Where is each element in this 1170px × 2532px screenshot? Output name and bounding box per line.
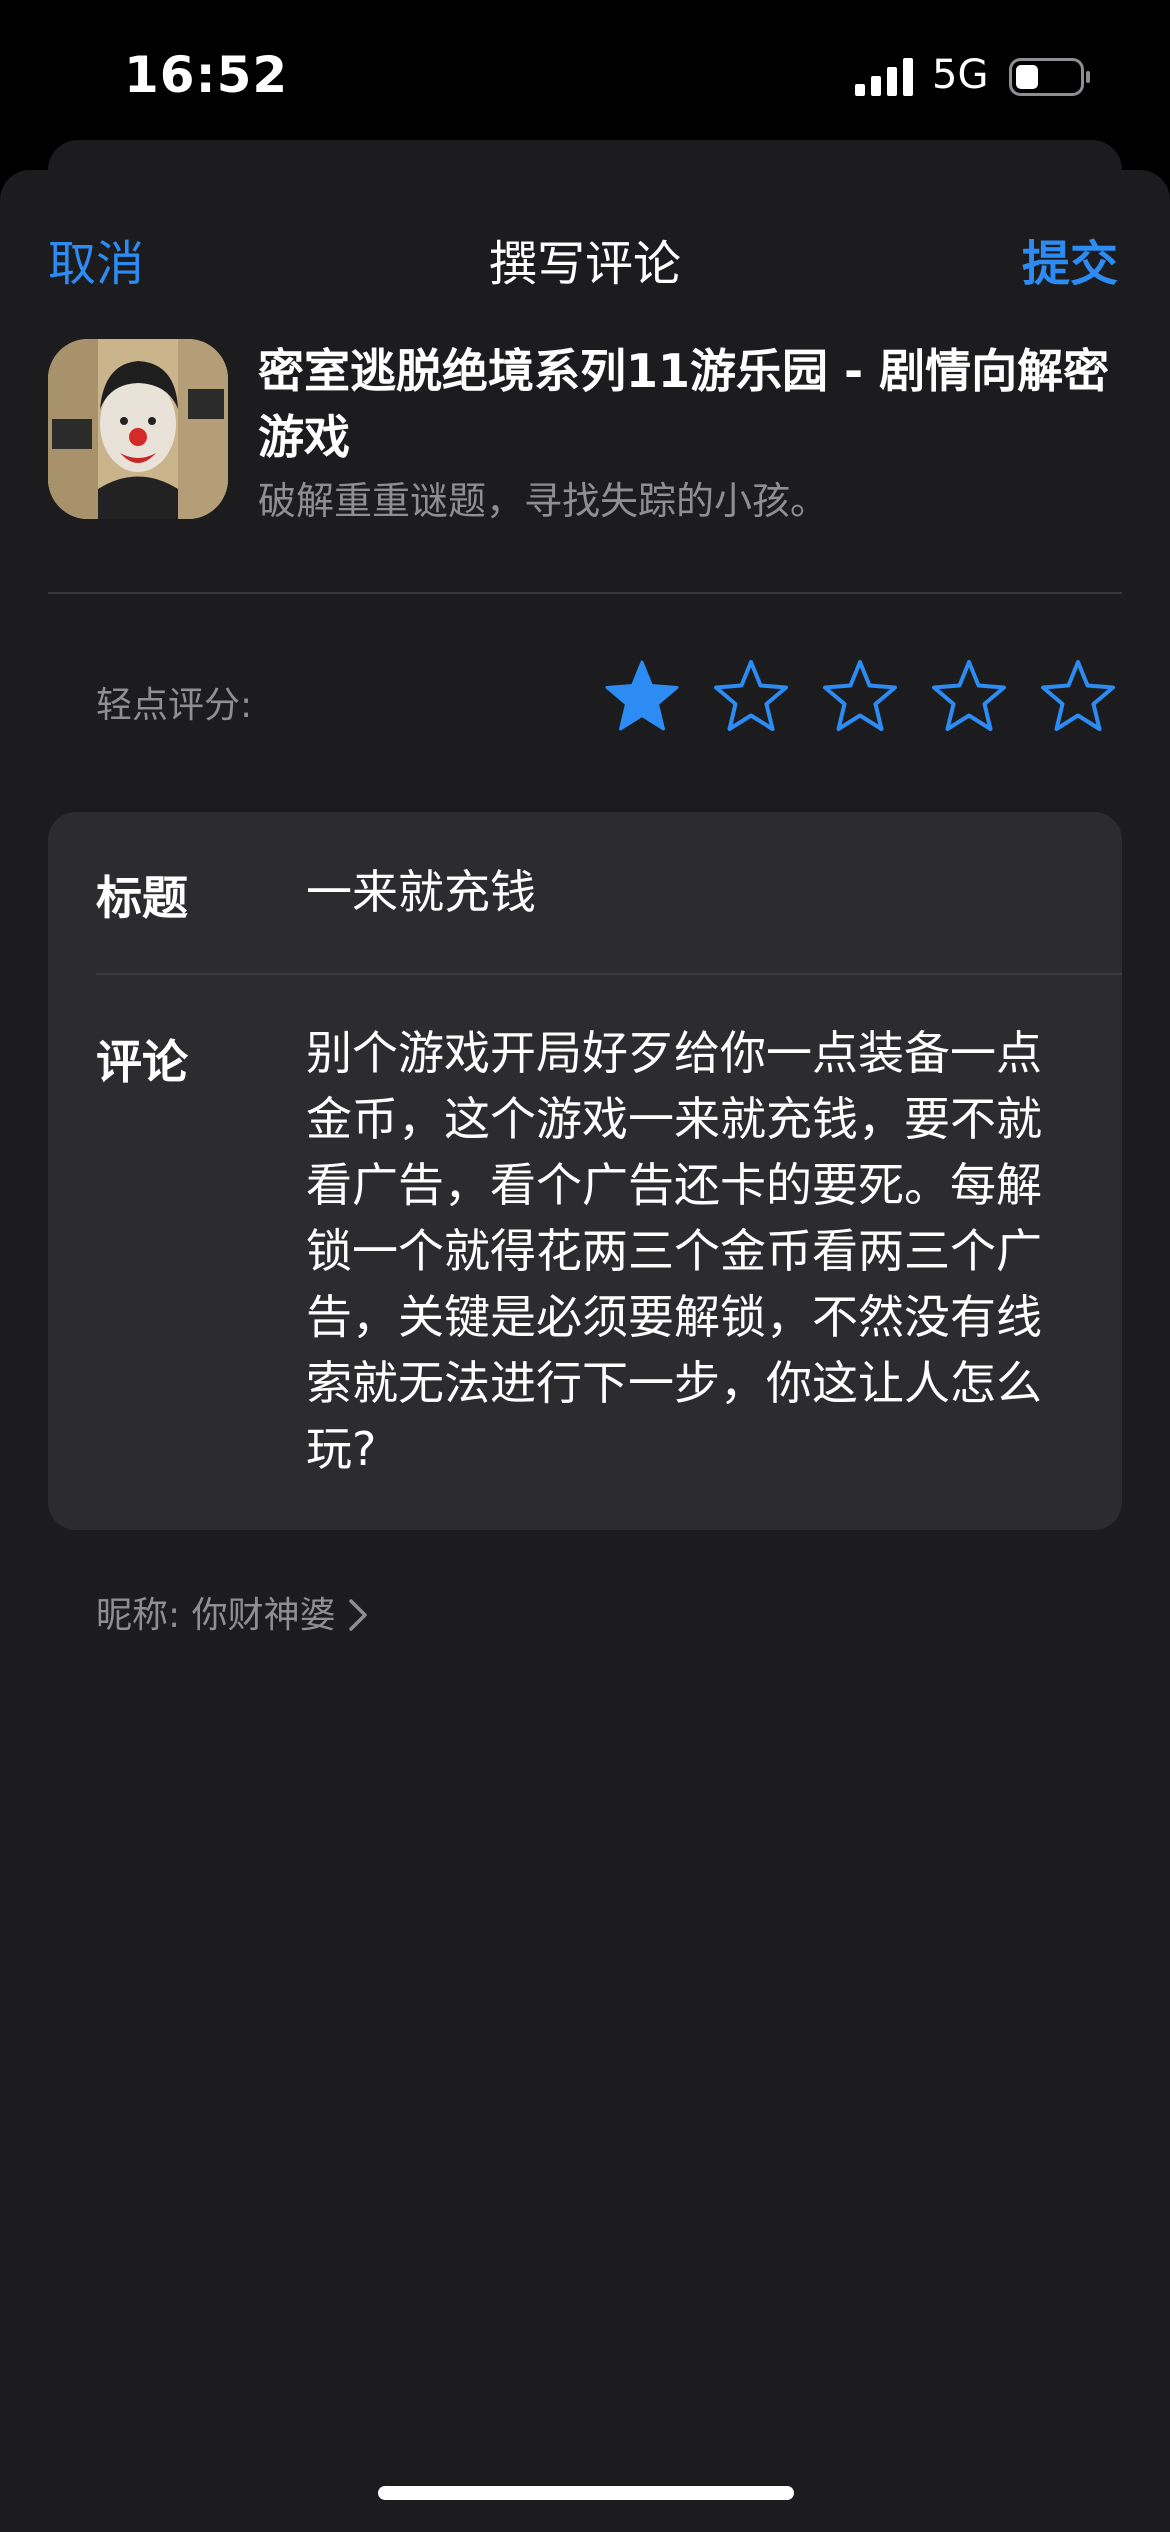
rating-label: 轻点评分: [96, 685, 253, 726]
review-textarea[interactable]: 别个游戏开局好歹给你一点装备一点金币，这个游戏一来就充钱，要不就看广告，看个广告… [306, 1020, 1066, 1482]
star-5-icon[interactable] [1040, 658, 1116, 734]
star-1-filled-icon[interactable] [604, 658, 680, 734]
title-label: 标题 [96, 871, 188, 925]
status-bar: 16:52 5G [0, 0, 1170, 150]
form-divider [96, 973, 1122, 975]
nickname-text: 昵称: 你财神婆 [96, 1595, 348, 1636]
star-3-icon[interactable] [822, 658, 898, 734]
review-label: 评论 [96, 1035, 188, 1089]
star-4-icon[interactable] [931, 658, 1007, 734]
network-label: 5G [932, 52, 989, 98]
chevron-right-icon [349, 1599, 367, 1631]
signal-icon [855, 58, 913, 96]
star-2-icon[interactable] [713, 658, 789, 734]
app-icon [48, 339, 228, 519]
status-time: 16:52 [124, 46, 289, 104]
divider [48, 592, 1122, 594]
app-name: 密室逃脱绝境系列11游乐园 - 剧情向解密游戏 [258, 344, 1110, 464]
nickname-row[interactable]: 昵称: 你财神婆 [96, 1586, 369, 1638]
home-indicator[interactable] [378, 2486, 794, 2500]
cancel-button[interactable]: 取消 [48, 224, 144, 294]
submit-button[interactable]: 提交 [1022, 224, 1118, 294]
sheet-title: 撰写评论 [488, 236, 681, 292]
app-subtitle: 破解重重谜题，寻找失踪的小孩。 [258, 479, 829, 523]
title-input[interactable] [306, 862, 1086, 916]
battery-icon [1009, 58, 1090, 96]
